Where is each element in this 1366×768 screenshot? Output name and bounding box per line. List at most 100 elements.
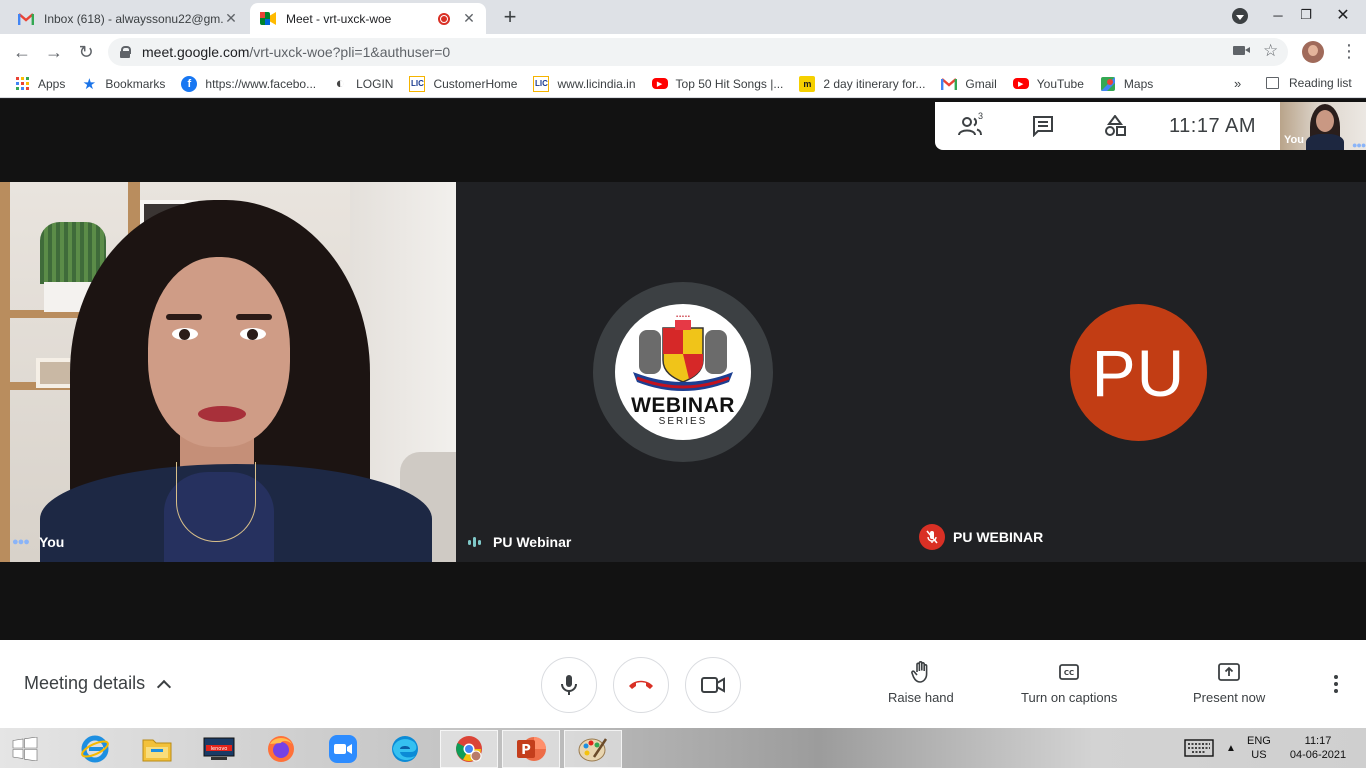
tab-meet[interactable]: Meet - vrt-uxck-woe ✕ (250, 3, 486, 34)
powerpoint-icon[interactable]: P (502, 730, 560, 768)
tab-title: Inbox (618) - alwayssonu22@gm... (44, 11, 224, 26)
participant-tile-pu-webinar[interactable]: ••••• WEBINAR SERIES PU Webinar (456, 182, 916, 562)
tab-gmail[interactable]: Inbox (618) - alwayssonu22@gm... ✕ (8, 3, 248, 34)
logo-title: WEBINAR (631, 394, 735, 417)
people-button[interactable]: 3 (935, 102, 1007, 150)
edge-icon[interactable] (376, 730, 434, 768)
chrome-taskbar-icon[interactable] (440, 730, 498, 768)
zoom-icon[interactable] (314, 730, 372, 768)
microphone-icon (561, 675, 577, 695)
bookmark-youtube[interactable]: ▶ YouTube (1012, 77, 1084, 91)
university-crest-icon: ••••• (633, 314, 733, 391)
system-clock[interactable]: 11:17 04-06-2021 (1286, 728, 1350, 768)
tab-title: Meet - vrt-uxck-woe (286, 11, 392, 26)
chat-button[interactable] (1007, 102, 1079, 150)
firefox-icon[interactable] (252, 730, 310, 768)
window-controls: ─ ❐ ✕ (1264, 0, 1366, 30)
activities-button[interactable] (1079, 102, 1151, 150)
more-bookmarks-chevron[interactable]: » (1234, 76, 1241, 91)
back-arrow-icon[interactable]: ← (10, 40, 34, 64)
tile-name-label: ●●● You (12, 534, 65, 550)
windows-taskbar: lenovo P ▲ ENG US 11:17 04-06-2021 (0, 728, 1366, 768)
svg-text:P: P (521, 743, 531, 758)
reload-icon[interactable]: ↻ (74, 40, 98, 64)
restore-icon[interactable]: ❐ (1292, 0, 1320, 30)
bookmark-customerhome[interactable]: LIC CustomerHome (409, 75, 517, 92)
lenovo-icon[interactable]: lenovo (190, 730, 248, 768)
participant-tile-you[interactable]: ●●● You (0, 182, 456, 562)
tab-search-icon[interactable] (1232, 8, 1248, 24)
gmail-icon (18, 11, 34, 27)
self-preview[interactable]: You ●●● (1280, 102, 1366, 150)
logo-subtitle: SERIES (658, 416, 708, 427)
camera-button[interactable] (685, 657, 741, 713)
gmail-icon (941, 76, 958, 92)
tile-name-label: PU WEBINAR (919, 524, 1043, 550)
close-window-icon[interactable]: ✕ (1320, 0, 1366, 30)
present-now-button[interactable]: Present now (1193, 660, 1265, 705)
lock-icon (120, 46, 131, 58)
svg-text:lenovo: lenovo (211, 746, 228, 752)
participant-count: 3 (978, 111, 984, 121)
present-screen-icon (1217, 660, 1241, 684)
svg-text:CC: CC (1064, 669, 1074, 677)
show-hidden-icons-chevron[interactable]: ▲ (1226, 728, 1236, 768)
browser-toolbar: ← → ↻ meet.google.com/vrt-uxck-woe?pli=1… (0, 34, 1366, 70)
bookmark-apps[interactable]: Apps (14, 76, 65, 92)
participant-tile-pu-webinar-2[interactable]: PU PU WEBINAR (916, 182, 1366, 562)
closed-captions-icon: CC (1057, 660, 1081, 684)
hand-icon (909, 660, 933, 684)
profile-avatar[interactable] (1302, 41, 1324, 63)
file-explorer-icon[interactable] (128, 730, 186, 768)
meeting-details-button[interactable]: Meeting details (24, 673, 172, 694)
login-icon: ◐ (335, 75, 345, 92)
forward-arrow-icon[interactable]: → (42, 40, 66, 64)
camera-in-use-icon[interactable] (1233, 46, 1250, 55)
bookmark-facebook[interactable]: f https://www.facebo... (181, 75, 316, 92)
address-bar[interactable]: meet.google.com/vrt-uxck-woe?pli=1&authu… (108, 38, 1288, 66)
maps-icon (1100, 76, 1116, 92)
bookmark-licindia[interactable]: LIC www.licindia.in (533, 75, 636, 92)
reading-list-button[interactable]: Reading list (1266, 76, 1352, 90)
bookmark-top50[interactable]: ▶ Top 50 Hit Songs |... (651, 77, 783, 91)
speaking-dots-icon: ●●● (12, 536, 30, 548)
star-icon: ★ (82, 75, 97, 93)
camera-icon (701, 677, 725, 693)
bookmark-gmail[interactable]: Gmail (941, 76, 997, 92)
captions-button[interactable]: CC Turn on captions (1021, 660, 1117, 705)
leave-call-button[interactable] (613, 657, 669, 713)
youtube-icon: ▶ (651, 78, 668, 89)
chrome-menu-icon[interactable]: ⋮ (1340, 42, 1358, 60)
raise-hand-button[interactable]: Raise hand (888, 660, 954, 705)
windows-start-icon[interactable] (0, 730, 50, 768)
microphone-button[interactable] (541, 657, 597, 713)
bookmarks-bar: Apps ★ Bookmarks f https://www.facebo...… (0, 70, 1366, 98)
more-options-icon[interactable]: ●●● (1352, 140, 1366, 150)
bottom-letterbox (0, 562, 1366, 640)
input-language[interactable]: ENG US (1247, 728, 1271, 768)
internet-explorer-icon[interactable] (66, 730, 124, 768)
paint-icon[interactable] (564, 730, 622, 768)
chevron-up-icon (157, 679, 172, 694)
close-tab-icon[interactable]: ✕ (462, 10, 476, 27)
bookmark-star-icon[interactable]: ☆ (1263, 42, 1278, 60)
meet-stage: 3 11:17 AM You ●●● ●●● You ••••• WEBINAR… (0, 99, 1366, 640)
recording-icon (438, 12, 450, 25)
bookmark-itinerary[interactable]: m 2 day itinerary for... (799, 75, 925, 92)
new-tab-button[interactable]: + (498, 5, 522, 29)
meet-icon (260, 11, 276, 27)
close-tab-icon[interactable]: ✕ (224, 10, 238, 27)
touch-keyboard-icon[interactable] (1184, 728, 1214, 768)
facebook-icon: f (181, 75, 198, 92)
meeting-clock: 11:17 AM (1169, 114, 1257, 137)
youtube-icon: ▶ (1012, 78, 1029, 89)
minimize-icon[interactable]: ─ (1264, 0, 1292, 30)
bookmark-login[interactable]: ◐ LOGIN (332, 75, 394, 92)
bookmark-bookmarks[interactable]: ★ Bookmarks (81, 75, 166, 93)
more-options-icon[interactable] (1326, 672, 1346, 696)
lic-icon: LIC (409, 75, 426, 92)
chat-icon (1033, 116, 1053, 137)
hang-up-icon (629, 680, 653, 689)
bookmark-maps[interactable]: Maps (1100, 76, 1153, 92)
meet-top-bar: 3 11:17 AM (935, 102, 1280, 150)
